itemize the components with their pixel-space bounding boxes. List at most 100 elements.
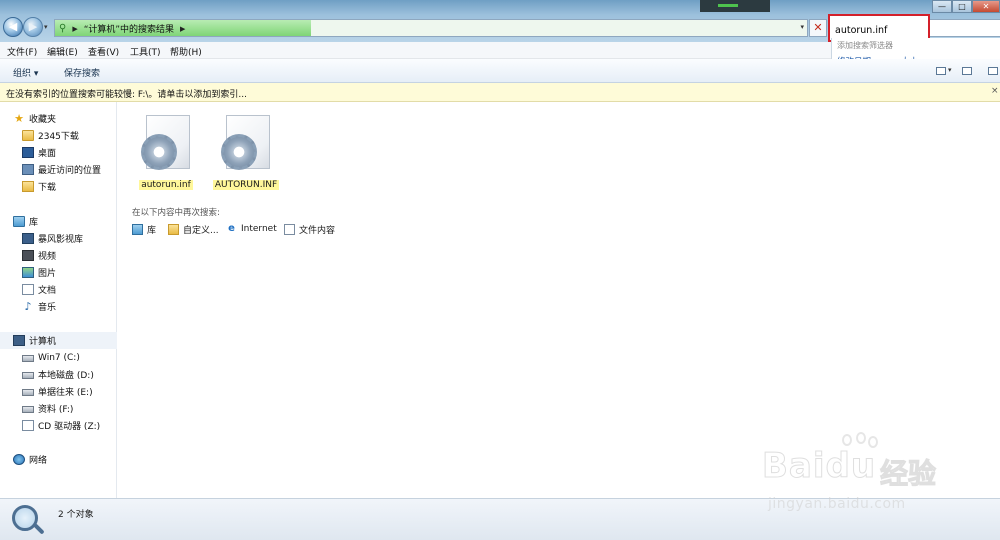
- nav-item-label: 最近访问的位置: [38, 166, 102, 176]
- search-again-libraries[interactable]: 库: [132, 223, 156, 236]
- watermark-url: jingyan.baidu.com: [768, 496, 906, 512]
- help-icon[interactable]: [988, 67, 998, 75]
- address-bar[interactable]: ⚲ ▶ “计算机”中的搜索结果 ▶ ▾: [54, 19, 808, 37]
- item-count: 2 个对象: [58, 510, 94, 520]
- search-again-custom-label: 自定义...: [183, 226, 219, 236]
- search-location-icon: ⚲: [59, 23, 67, 34]
- nav-item-label: CD 驱动器 (Z:): [38, 422, 101, 432]
- minimize-button[interactable]: —: [932, 0, 952, 13]
- drive-icon: [22, 389, 34, 396]
- breadcrumb-separator-icon[interactable]: ▶: [72, 25, 77, 33]
- nav-item-storm-library[interactable]: 暴风影视库: [0, 230, 117, 247]
- file-item-autorun-inf-upper[interactable]: AUTORUN.INF: [208, 110, 284, 196]
- internet-explorer-icon: e: [228, 223, 235, 234]
- nav-item-documents[interactable]: 文档: [0, 281, 117, 298]
- change-view-icon[interactable]: [936, 67, 946, 75]
- documents-icon: [22, 284, 34, 295]
- nav-item-label: 2345下载: [38, 132, 79, 142]
- navigation-pane: ★ 收藏夹 2345下载 桌面 最近访问的位置 下载 库 暴风影视库 视频 图片…: [0, 102, 117, 498]
- stop-search-button[interactable]: ✕: [809, 19, 827, 37]
- maximize-button[interactable]: □: [952, 0, 972, 13]
- nav-item-drive-d[interactable]: 本地磁盘 (D:): [0, 366, 117, 383]
- nav-item-downloads[interactable]: 下载: [0, 178, 117, 195]
- close-window-button[interactable]: ✕: [972, 0, 1000, 13]
- search-again-custom[interactable]: 自定义...: [168, 223, 219, 236]
- file-contents-icon: [284, 224, 295, 235]
- gear-icon: [141, 134, 177, 170]
- search-input[interactable]: [830, 16, 928, 40]
- music-icon: ♪: [24, 300, 32, 313]
- nav-favorites[interactable]: ★ 收藏夹: [0, 110, 117, 127]
- recent-pages-dropdown-icon[interactable]: ▾: [44, 23, 48, 31]
- nav-item-music[interactable]: ♪ 音乐: [0, 298, 117, 315]
- videos-icon: [22, 250, 34, 261]
- search-again-file-contents[interactable]: 文件内容: [284, 223, 335, 236]
- nav-item-recent-places[interactable]: 最近访问的位置: [0, 161, 117, 178]
- command-bar: 组织 ▾ 保存搜索 ▾: [0, 59, 1000, 83]
- nav-item-drive-e[interactable]: 单据往来 (E:): [0, 383, 117, 400]
- info-bar-close-icon[interactable]: ×: [991, 86, 999, 96]
- desktop-icon: [22, 147, 34, 158]
- nav-favorites-label: 收藏夹: [29, 115, 57, 125]
- view-options-dropdown-icon[interactable]: ▾: [948, 66, 952, 74]
- index-info-bar[interactable]: 在没有索引的位置搜索可能较慢: F:\。请单击以添加到索引... ×: [0, 83, 1000, 102]
- search-input-extension[interactable]: [930, 19, 1000, 37]
- search-magnifier-icon: [12, 505, 38, 531]
- nav-item-label: 音乐: [38, 303, 57, 313]
- nav-item-label: Win7 (C:): [38, 352, 80, 363]
- menu-tools[interactable]: 工具(T): [130, 45, 161, 58]
- media-library-icon: [22, 233, 34, 244]
- windows-drive-icon: [22, 355, 34, 362]
- menu-help[interactable]: 帮助(H): [170, 45, 202, 58]
- nav-item-label: 图片: [38, 269, 57, 279]
- menu-file[interactable]: 文件(F): [7, 45, 37, 58]
- search-again-libraries-label: 库: [147, 226, 157, 236]
- nav-item-videos[interactable]: 视频: [0, 247, 117, 264]
- forward-button[interactable]: ▶: [23, 17, 43, 37]
- gear-icon: [221, 134, 257, 170]
- menu-edit[interactable]: 编辑(E): [47, 45, 78, 58]
- nav-item-pictures[interactable]: 图片: [0, 264, 117, 281]
- drive-icon: [22, 406, 34, 413]
- save-search-button[interactable]: 保存搜索: [64, 66, 100, 79]
- folder-icon: [22, 130, 34, 141]
- nav-item-label: 桌面: [38, 149, 57, 159]
- menu-view[interactable]: 查看(V): [88, 45, 119, 58]
- nav-computer-label: 计算机: [29, 337, 57, 347]
- nav-libraries[interactable]: 库: [0, 213, 117, 230]
- drive-icon: [22, 372, 34, 379]
- title-bar: — □ ✕ ◀ ▶ ▾ ⚲ ▶ “计算机”中的搜索结果 ▶ ▾ ✕: [0, 0, 1000, 42]
- nav-item-drive-z[interactable]: CD 驱动器 (Z:): [0, 417, 117, 434]
- file-name: AUTORUN.INF: [212, 180, 280, 190]
- cd-drive-icon: [22, 420, 34, 431]
- organize-button[interactable]: 组织 ▾: [13, 66, 38, 79]
- nav-item-desktop[interactable]: 桌面: [0, 144, 117, 161]
- custom-folder-icon: [168, 224, 179, 235]
- network-icon: [13, 454, 25, 465]
- recent-places-icon: [22, 164, 34, 175]
- favorites-star-icon: ★: [14, 112, 24, 125]
- nav-computer[interactable]: 计算机: [0, 332, 117, 349]
- taskbar-widget: [700, 0, 770, 12]
- search-filter-title: 添加搜索筛选器: [837, 41, 893, 50]
- search-again-internet[interactable]: e Internet: [226, 223, 277, 234]
- search-again-internet-label: Internet: [241, 223, 277, 234]
- nav-item-label: 单据往来 (E:): [38, 388, 93, 398]
- preview-pane-icon[interactable]: [962, 67, 972, 75]
- index-warning-text[interactable]: 在没有索引的位置搜索可能较慢: F:\。请单击以添加到索引...: [6, 87, 247, 100]
- nav-item-drive-c[interactable]: Win7 (C:): [0, 349, 117, 366]
- file-item-autorun-inf[interactable]: autorun.inf: [128, 110, 204, 196]
- nav-network-label: 网络: [29, 456, 48, 466]
- baidu-jingyan-watermark: Baidu 经验 jingyan.baidu.com: [761, 432, 997, 522]
- nav-item-2345-download[interactable]: 2345下载: [0, 127, 117, 144]
- breadcrumb-search-results[interactable]: “计算机”中的搜索结果: [84, 22, 174, 35]
- back-button[interactable]: ◀: [3, 17, 23, 37]
- watermark-brand: Baidu: [761, 446, 877, 487]
- pictures-icon: [22, 267, 34, 278]
- nav-item-label: 视频: [38, 252, 57, 262]
- search-again-file-contents-label: 文件内容: [299, 226, 336, 236]
- breadcrumb-separator-icon[interactable]: ▶: [180, 25, 185, 33]
- nav-network[interactable]: 网络: [0, 451, 117, 468]
- nav-item-drive-f[interactable]: 资料 (F:): [0, 400, 117, 417]
- address-history-dropdown-icon[interactable]: ▾: [800, 23, 804, 31]
